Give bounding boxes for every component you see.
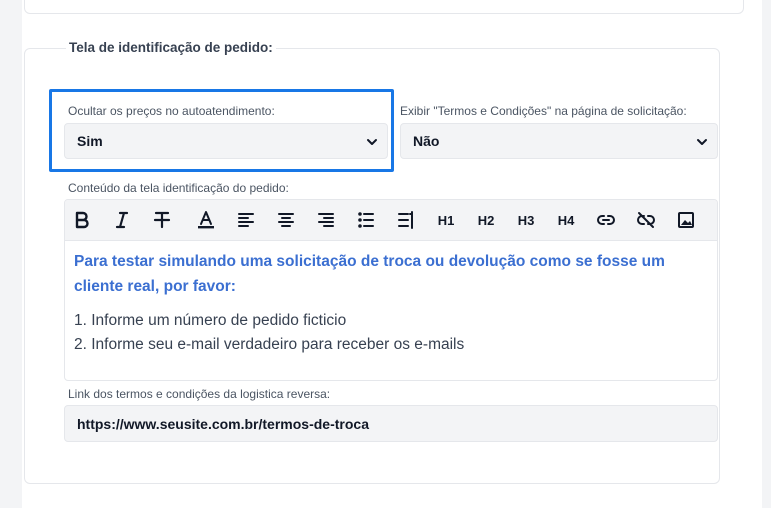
editor-content-line-2: 2. Informe seu e-mail verdadeiro para re…: [74, 336, 465, 353]
italic-button[interactable]: [110, 208, 134, 232]
unlink-button[interactable]: [634, 208, 658, 232]
editor-content-line-1: 1. Informe um número de pedido ficticio: [74, 312, 347, 329]
editor-toolbar: H1 H2 H3 H4: [65, 200, 717, 241]
align-right-icon: [318, 213, 334, 227]
rich-text-editor[interactable]: H1 H2 H3 H4 Para testar simulando uma so…: [64, 199, 718, 381]
italic-icon: [115, 211, 129, 229]
bullet-list-button[interactable]: [354, 208, 378, 232]
link-button[interactable]: [594, 208, 618, 232]
unlink-icon: [637, 212, 655, 228]
heading4-button[interactable]: H4: [554, 208, 578, 232]
chevron-down-icon: [697, 139, 707, 145]
link-icon: [597, 215, 615, 225]
bold-icon: [75, 211, 89, 229]
highlight-box: [49, 89, 394, 172]
editor-label: Conteúdo da tela identificação do pedido…: [68, 181, 289, 195]
numbered-list-button[interactable]: [394, 208, 418, 232]
text-color-button[interactable]: [194, 208, 218, 232]
align-center-icon: [278, 213, 294, 227]
heading2-button[interactable]: H2: [474, 208, 498, 232]
terms-link-label: Link dos termos e condições da logistica…: [68, 387, 331, 401]
section-title: Tela de identificação de pedido:: [66, 40, 276, 55]
bold-button[interactable]: [70, 208, 94, 232]
align-left-button[interactable]: [234, 208, 258, 232]
show-terms-select[interactable]: Não: [400, 123, 718, 159]
strikethrough-icon: [153, 211, 171, 229]
editor-content-heading: Para testar simulando uma solicitação de…: [74, 253, 665, 295]
terms-link-input[interactable]: https://www.seusite.com.br/termos-de-tro…: [64, 405, 718, 442]
image-icon: [678, 212, 694, 228]
image-button[interactable]: [674, 208, 698, 232]
heading3-button[interactable]: H3: [514, 208, 538, 232]
strikethrough-button[interactable]: [150, 208, 174, 232]
show-terms-value: Não: [413, 133, 440, 149]
heading1-button[interactable]: H1: [434, 208, 458, 232]
align-right-button[interactable]: [314, 208, 338, 232]
previous-section-card: [24, 0, 744, 14]
show-terms-label: Exibir "Termos e Condições" na página de…: [400, 104, 687, 118]
bullet-list-icon: [358, 212, 374, 228]
text-color-icon: [198, 211, 214, 229]
align-left-icon: [238, 213, 254, 227]
numbered-list-icon: [398, 211, 413, 229]
align-center-button[interactable]: [274, 208, 298, 232]
